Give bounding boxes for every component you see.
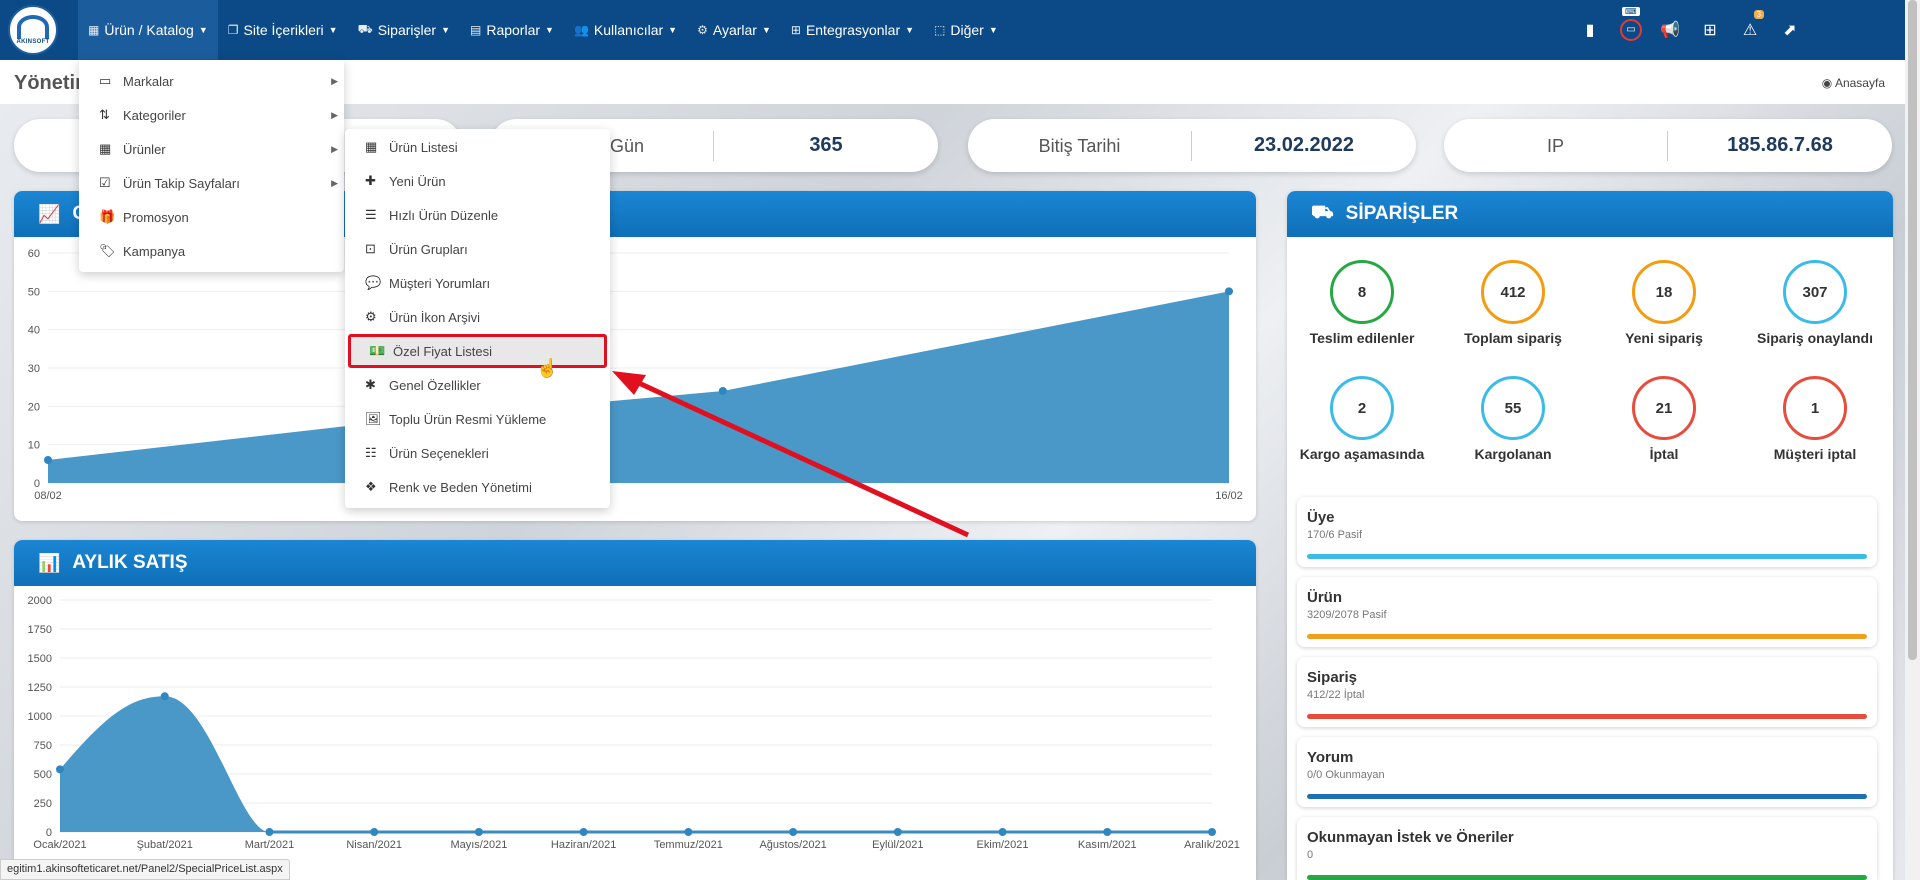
arrow-head <box>612 371 646 395</box>
browser-status-bar: egitim1.akinsofteticaret.net/Panel2/Spec… <box>0 859 290 880</box>
arrow-shaft <box>626 375 970 538</box>
annotation-arrow <box>612 371 970 538</box>
